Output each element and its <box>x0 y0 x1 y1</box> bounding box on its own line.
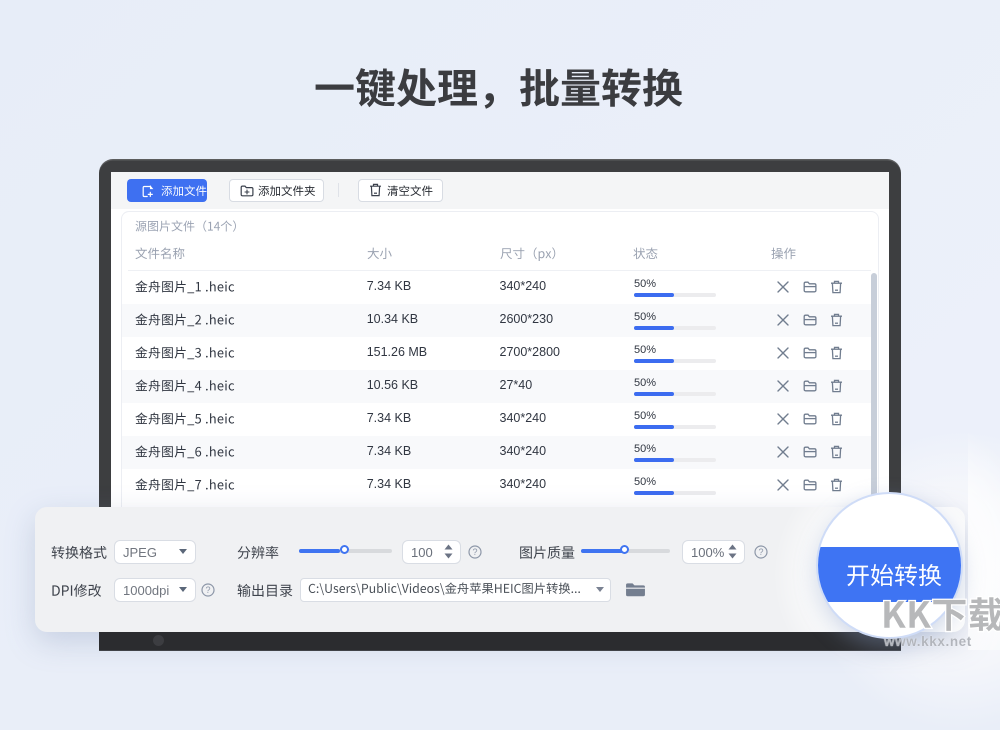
svg-text:?: ? <box>758 547 763 557</box>
svg-text:?: ? <box>472 547 477 557</box>
svg-text:?: ? <box>205 585 210 595</box>
